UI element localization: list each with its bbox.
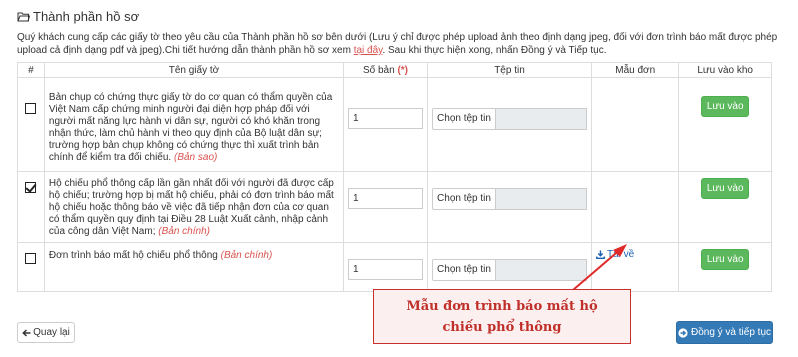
file-cell: Chọn tệp tin bbox=[427, 242, 592, 292]
row-checkbox-cell bbox=[17, 77, 45, 172]
qty-cell bbox=[343, 242, 428, 292]
choose-file-button[interactable]: Chọn tệp tin bbox=[432, 188, 496, 210]
header-name: Tên giấy tờ bbox=[43, 62, 345, 78]
file-cell: Chọn tệp tin bbox=[427, 77, 592, 172]
quantity-input[interactable] bbox=[348, 259, 423, 280]
quantity-input[interactable] bbox=[348, 188, 423, 209]
callout-line: Mẫu đơn trình báo mất hộ bbox=[406, 299, 598, 314]
save-cell: Lưu vào bbox=[678, 77, 772, 172]
doc-name: Bản chụp có chứng thực giấy tờ do cơ qua… bbox=[49, 92, 339, 164]
save-to-storage-button[interactable]: Lưu vào bbox=[701, 96, 750, 117]
save-to-storage-button[interactable]: Lưu vào bbox=[701, 249, 750, 270]
required-marker: (*) bbox=[397, 64, 409, 76]
agree-continue-button[interactable]: Đồng ý và tiếp tục bbox=[676, 321, 773, 344]
header-save: Lưu vào kho bbox=[678, 62, 772, 78]
callout-box: Mẫu đơn trình báo mất hộ chiếu phổ thông bbox=[373, 289, 631, 344]
header-file: Tệp tin bbox=[427, 62, 592, 78]
qty-cell bbox=[343, 171, 428, 243]
table-row: Đơn trình báo mất hộ chiếu phổ thông (Bả… bbox=[17, 242, 772, 292]
callout-line: chiếu phổ thông bbox=[442, 320, 562, 335]
save-cell: Lưu vào bbox=[678, 242, 772, 292]
arrow-circle-right-icon bbox=[678, 327, 688, 338]
doc-name-cell: Bản chụp có chứng thực giấy tờ do cơ qua… bbox=[43, 77, 345, 172]
file-name-field bbox=[496, 108, 587, 130]
doc-name-cell: Đơn trình báo mất hộ chiếu phổ thông (Bả… bbox=[43, 242, 345, 292]
header-qty: Số bản (*) bbox=[343, 62, 428, 78]
doc-name: Hộ chiếu phổ thông cấp lần gần nhất đối … bbox=[49, 178, 339, 238]
documents-table: # Tên giấy tờ Số bản (*) Tệp tin Mẫu đơn… bbox=[17, 62, 772, 292]
download-form-link[interactable]: Tải về bbox=[596, 249, 634, 260]
doc-name-cell: Hộ chiếu phổ thông cấp lần gần nhất đối … bbox=[43, 171, 345, 243]
row-checkbox[interactable] bbox=[25, 103, 37, 114]
file-picker: Chọn tệp tin bbox=[432, 108, 587, 130]
download-icon bbox=[596, 250, 605, 259]
save-to-storage-button[interactable]: Lưu vào bbox=[701, 178, 750, 199]
form-cell: Tải về bbox=[590, 242, 680, 292]
download-label: Tải về bbox=[607, 249, 635, 260]
instructions-part: . Sau khi thực hiện xong, nhấn Đồng ý và… bbox=[382, 45, 607, 56]
file-name-field bbox=[496, 259, 587, 281]
save-cell: Lưu vào bbox=[678, 171, 772, 243]
qty-cell bbox=[343, 77, 428, 172]
row-checkbox[interactable] bbox=[25, 253, 37, 264]
table-row: Bản chụp có chứng thực giấy tờ do cơ qua… bbox=[17, 77, 772, 172]
doc-name: Đơn trình báo mất hộ chiếu phổ thông (Bả… bbox=[49, 250, 339, 262]
back-button[interactable]: Quay lại bbox=[17, 322, 75, 343]
instructions-text: Quý khách cung cấp các giấy tờ theo yêu … bbox=[17, 31, 782, 57]
section-title-text: Thành phần hồ sơ bbox=[33, 9, 140, 24]
doc-type-tag: (Bản sao) bbox=[174, 152, 218, 163]
section-title: Thành phần hồ sơ bbox=[17, 9, 139, 24]
next-button-label: Đồng ý và tiếp tục bbox=[690, 327, 772, 338]
header-qty-label: Số bản bbox=[362, 64, 395, 76]
row-checkbox-cell bbox=[17, 171, 45, 243]
table-row: Hộ chiếu phổ thông cấp lần gần nhất đối … bbox=[17, 171, 772, 243]
folder-open-icon bbox=[17, 12, 30, 22]
form-cell bbox=[590, 171, 680, 243]
back-button-label: Quay lại bbox=[33, 327, 70, 338]
file-name-field bbox=[496, 188, 587, 210]
quantity-input[interactable] bbox=[348, 108, 423, 129]
table-header-row: # Tên giấy tờ Số bản (*) Tệp tin Mẫu đơn… bbox=[17, 62, 772, 78]
row-checkbox[interactable] bbox=[25, 182, 37, 193]
guide-link[interactable]: tại đây bbox=[354, 45, 383, 56]
doc-name-text: Đơn trình báo mất hộ chiếu phổ thông bbox=[48, 250, 218, 261]
row-checkbox-cell bbox=[17, 242, 45, 292]
choose-file-button[interactable]: Chọn tệp tin bbox=[432, 259, 496, 281]
file-cell: Chọn tệp tin bbox=[427, 171, 592, 243]
header-form: Mẫu đơn bbox=[590, 62, 680, 78]
file-picker: Chọn tệp tin bbox=[432, 259, 587, 281]
arrow-left-icon bbox=[22, 328, 31, 337]
doc-type-tag: (Bản chính) bbox=[158, 226, 210, 237]
doc-type-tag: (Bản chính) bbox=[220, 250, 273, 261]
file-picker: Chọn tệp tin bbox=[432, 188, 587, 210]
header-index: # bbox=[17, 62, 45, 78]
form-cell bbox=[590, 77, 680, 172]
choose-file-button[interactable]: Chọn tệp tin bbox=[432, 108, 496, 130]
